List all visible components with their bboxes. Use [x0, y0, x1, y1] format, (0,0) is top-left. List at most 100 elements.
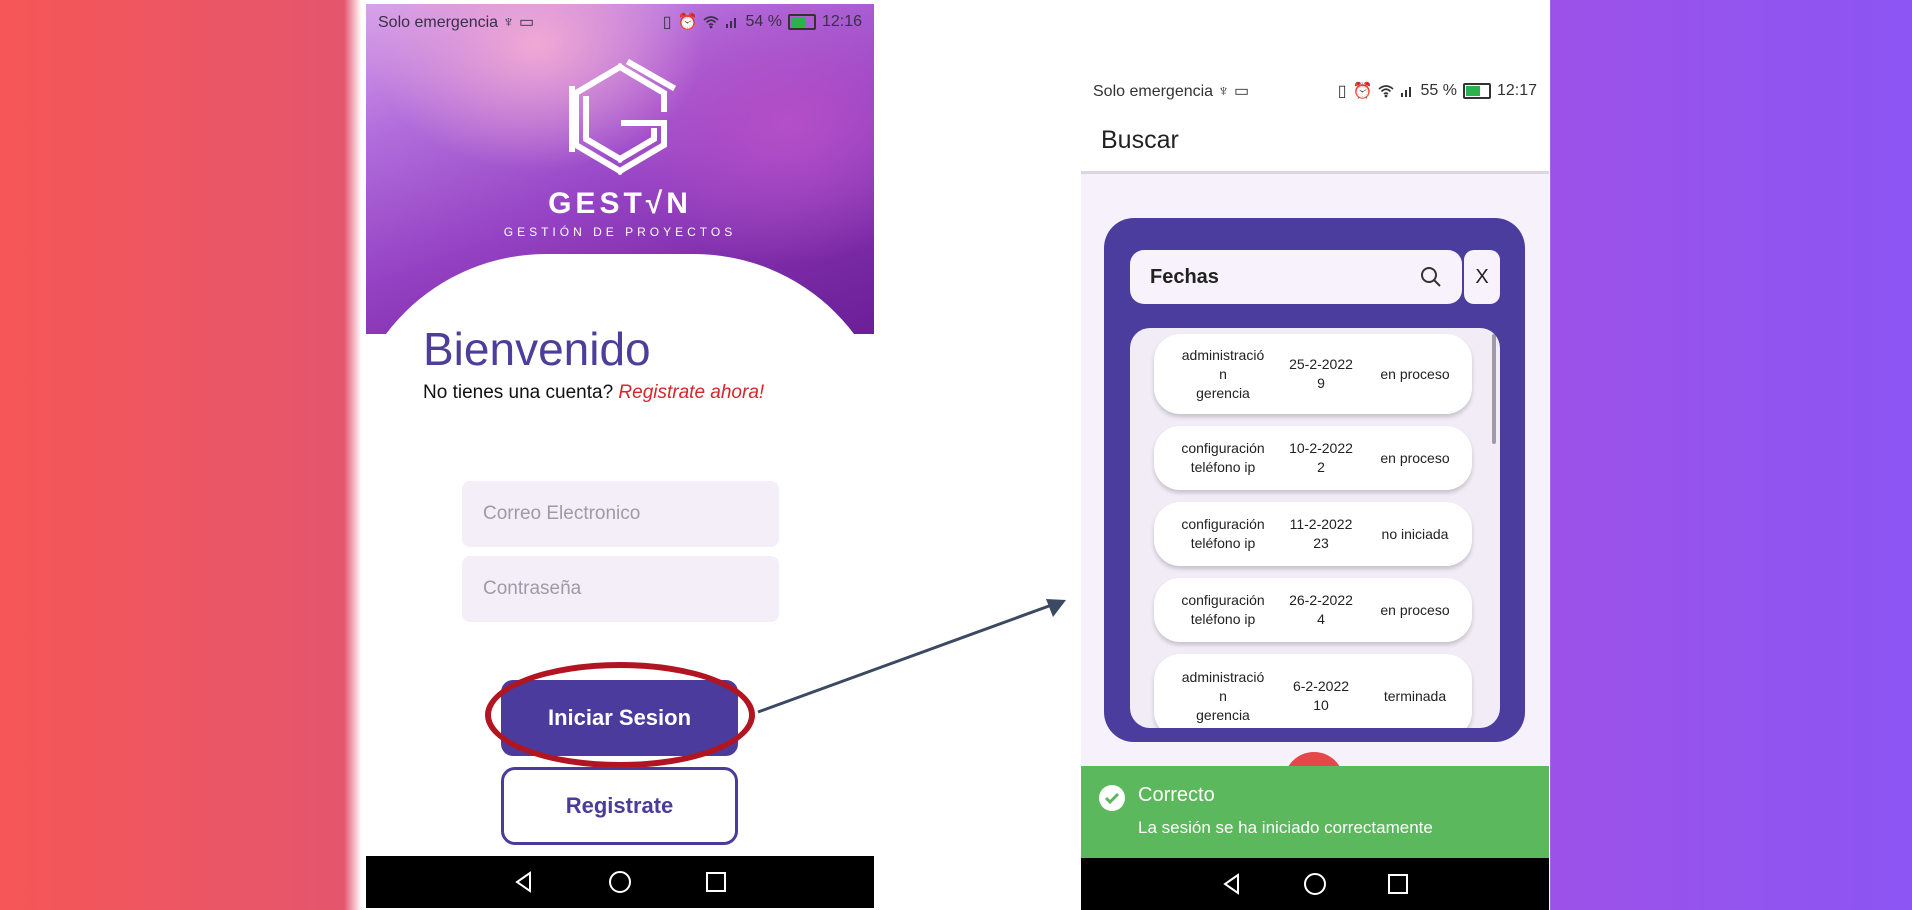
task-name-line: configuración	[1181, 592, 1265, 608]
task-name-line: teléfono ip	[1190, 535, 1256, 551]
task-name: configuración teléfono ip	[1154, 591, 1282, 629]
task-name-line: n	[1219, 687, 1227, 704]
task-name: configuración teléfono ip	[1154, 439, 1282, 477]
vibrate-icon: ▯	[662, 14, 672, 31]
account-prompt: No tienes una cuenta?	[423, 382, 614, 403]
status-right: ▯ ⏰ 55 % 12:17	[1338, 81, 1537, 101]
email-field[interactable]	[462, 481, 779, 547]
nav-back-icon[interactable]	[1221, 873, 1243, 895]
search-card: Fechas X administració n gerencia 25-2-202…	[1104, 218, 1525, 742]
vibrate-icon: ▯	[1337, 83, 1347, 100]
task-status: en proceso	[1380, 601, 1450, 618]
app-bar: Buscar	[1081, 110, 1549, 174]
task-date-value: 25-2-2022	[1289, 356, 1353, 372]
account-prompt-line: No tienes una cuenta? Registrate ahora!	[423, 382, 764, 404]
nav-home-icon[interactable]	[1303, 872, 1327, 896]
battery-icon	[1462, 83, 1491, 99]
nav-recent-icon[interactable]	[1387, 873, 1409, 895]
status-bar: Solo emergencia ♆ ▭ ▯ ⏰ 54 % 12:16	[366, 4, 874, 40]
task-date: 25-2-2022 9	[1282, 355, 1360, 393]
search-screen: Solo emergencia ♆ ▭ ▯ ⏰ 55 % 12:17 Busca…	[1081, 72, 1549, 910]
android-nav-bar	[366, 856, 874, 908]
task-count: 23	[1313, 535, 1329, 551]
task-status: en proceso	[1380, 449, 1450, 466]
battery-percent: 55 %	[1420, 82, 1457, 99]
close-search-button[interactable]: X	[1464, 250, 1500, 304]
task-count: 2	[1317, 459, 1325, 475]
list-item[interactable]: configuración teléfono ip 11-2-2022 23 no …	[1154, 502, 1472, 566]
toast-message: La sesión se ha iniciado correctamente	[1138, 818, 1433, 837]
battery-percent: 54 %	[745, 13, 782, 30]
task-count: 9	[1317, 375, 1325, 391]
usb-icon: ♆	[502, 14, 515, 31]
task-name: administració n gerencia	[1154, 668, 1282, 725]
task-date: 11-2-2022 23	[1282, 515, 1360, 553]
list-item[interactable]: configuración teléfono ip 26-2-2022 4 en p…	[1154, 578, 1472, 642]
network-status: Solo emergencia	[1093, 83, 1214, 100]
task-name-line: configuración	[1181, 440, 1265, 456]
alarm-icon: ⏰	[677, 14, 698, 31]
task-name-line: configuración	[1181, 516, 1265, 532]
android-nav-bar	[1081, 858, 1549, 910]
task-name-line: administració	[1181, 346, 1265, 363]
alarm-icon: ⏰	[1352, 83, 1373, 100]
success-toast: Correcto La sesión se ha iniciado correc…	[1081, 766, 1549, 858]
task-name-line: gerencia	[1196, 706, 1250, 723]
status-right: ▯ ⏰ 54 % 12:16	[663, 12, 862, 32]
laptop-icon: ▭	[1233, 83, 1250, 100]
gestion-logo-icon	[569, 59, 677, 176]
task-date-value: 26-2-2022	[1289, 592, 1353, 608]
search-label: Fechas	[1150, 265, 1219, 288]
nav-back-icon[interactable]	[513, 871, 535, 893]
task-name-line: gerencia	[1196, 384, 1250, 401]
laptop-icon: ▭	[518, 14, 535, 31]
task-count: 4	[1317, 611, 1325, 627]
welcome-title: Bienvenido	[423, 323, 651, 375]
task-name-line: administració	[1181, 668, 1265, 685]
wifi-icon	[703, 16, 720, 29]
list-item[interactable]: administració n gerencia 6-2-2022 10 termin…	[1154, 654, 1472, 728]
results-list: administració n gerencia 25-2-2022 9 en pro…	[1130, 328, 1500, 728]
task-status: terminada	[1383, 687, 1447, 704]
signal-icon	[1401, 87, 1412, 97]
status-left: Solo emergencia ♆ ▭	[378, 12, 534, 32]
page-title: Buscar	[1101, 126, 1179, 154]
transition-arrow	[757, 599, 1066, 714]
register-now-link[interactable]: Registrate ahora!	[618, 382, 764, 403]
nav-home-icon[interactable]	[608, 870, 632, 894]
logo: GEST√N GESTIÓN DE PROYECTOS	[366, 59, 874, 239]
login-button[interactable]: Iniciar Sesion	[501, 680, 738, 756]
toast-title: Correcto	[1138, 784, 1215, 806]
network-status: Solo emergencia	[378, 14, 499, 31]
check-circle-icon	[1099, 785, 1125, 811]
task-name-line: teléfono ip	[1190, 611, 1256, 627]
task-date: 6-2-2022 10	[1282, 677, 1360, 715]
task-date: 10-2-2022 2	[1282, 439, 1360, 477]
task-status: en proceso	[1380, 365, 1450, 382]
task-name: administració n gerencia	[1154, 346, 1282, 403]
wifi-icon	[1378, 85, 1395, 98]
task-status: no iniciada	[1381, 525, 1449, 542]
task-date-value: 10-2-2022	[1289, 440, 1353, 456]
register-button[interactable]: Registrate	[501, 767, 738, 845]
search-icon[interactable]	[1420, 266, 1442, 288]
status-left: Solo emergencia ♆ ▭	[1093, 81, 1249, 101]
nav-recent-icon[interactable]	[705, 871, 727, 893]
task-count: 10	[1313, 697, 1329, 713]
password-field[interactable]	[462, 556, 779, 622]
task-name-line: n	[1219, 365, 1227, 382]
status-bar: Solo emergencia ♆ ▭ ▯ ⏰ 55 % 12:17	[1081, 72, 1549, 110]
task-date-value: 11-2-2022	[1289, 516, 1353, 532]
task-date-value: 6-2-2022	[1292, 678, 1350, 694]
usb-icon: ♆	[1217, 83, 1230, 100]
signal-icon	[726, 18, 737, 28]
scrollbar[interactable]	[1492, 334, 1496, 444]
clock: 12:16	[821, 13, 862, 30]
list-item[interactable]: administració n gerencia 25-2-2022 9 en pro…	[1154, 334, 1472, 414]
clock: 12:17	[1496, 82, 1537, 99]
brand-tagline: GESTIÓN DE PROYECTOS	[503, 225, 737, 239]
search-input[interactable]: Fechas	[1130, 250, 1462, 304]
list-item[interactable]: configuración teléfono ip 10-2-2022 2 en p…	[1154, 426, 1472, 490]
task-date: 26-2-2022 4	[1282, 591, 1360, 629]
brand-name: GEST√N	[548, 187, 692, 220]
